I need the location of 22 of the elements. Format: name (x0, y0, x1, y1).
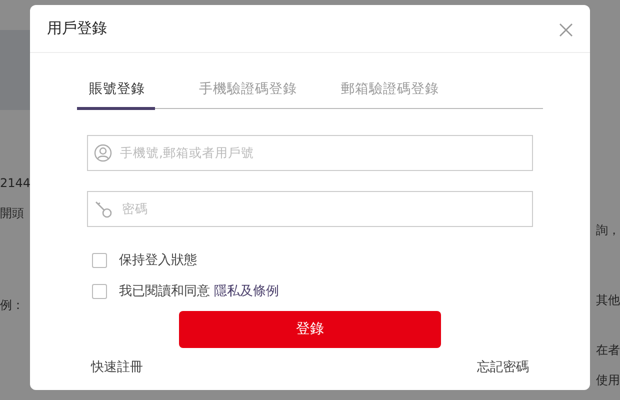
background-text: 其他 (596, 292, 620, 309)
footer-link[interactable]: 忘記密碼 (477, 358, 529, 378)
user-icon (94, 144, 112, 162)
background-text: 例： (0, 297, 25, 314)
footer-link[interactable]: 快速註冊 (91, 358, 143, 378)
login-button[interactable]: 登錄 (179, 311, 441, 348)
tab[interactable]: 賬號登錄 (77, 75, 155, 110)
dialog-title: 用戶登錄 (47, 18, 107, 40)
key-icon (94, 199, 114, 220)
background-text: 在者 (596, 342, 620, 359)
input-field[interactable]: 密碼 (87, 191, 533, 228)
background-text: 開頭 (0, 205, 25, 222)
input-field[interactable]: 手機號,郵箱或者用戶號 (87, 135, 533, 172)
checkbox-label: 保持登入狀態 (119, 252, 197, 270)
checkbox[interactable] (92, 284, 107, 300)
privacy-link[interactable]: 隱私及條例 (214, 284, 280, 299)
close-icon[interactable] (558, 20, 574, 36)
background-text: 使用 (596, 372, 620, 389)
background-text: 詢， (596, 222, 620, 239)
background-text: 2144 (0, 175, 30, 192)
checkbox-label: 我已閱讀和同意 隱私及條例 (119, 283, 280, 301)
checkbox[interactable] (92, 253, 107, 268)
